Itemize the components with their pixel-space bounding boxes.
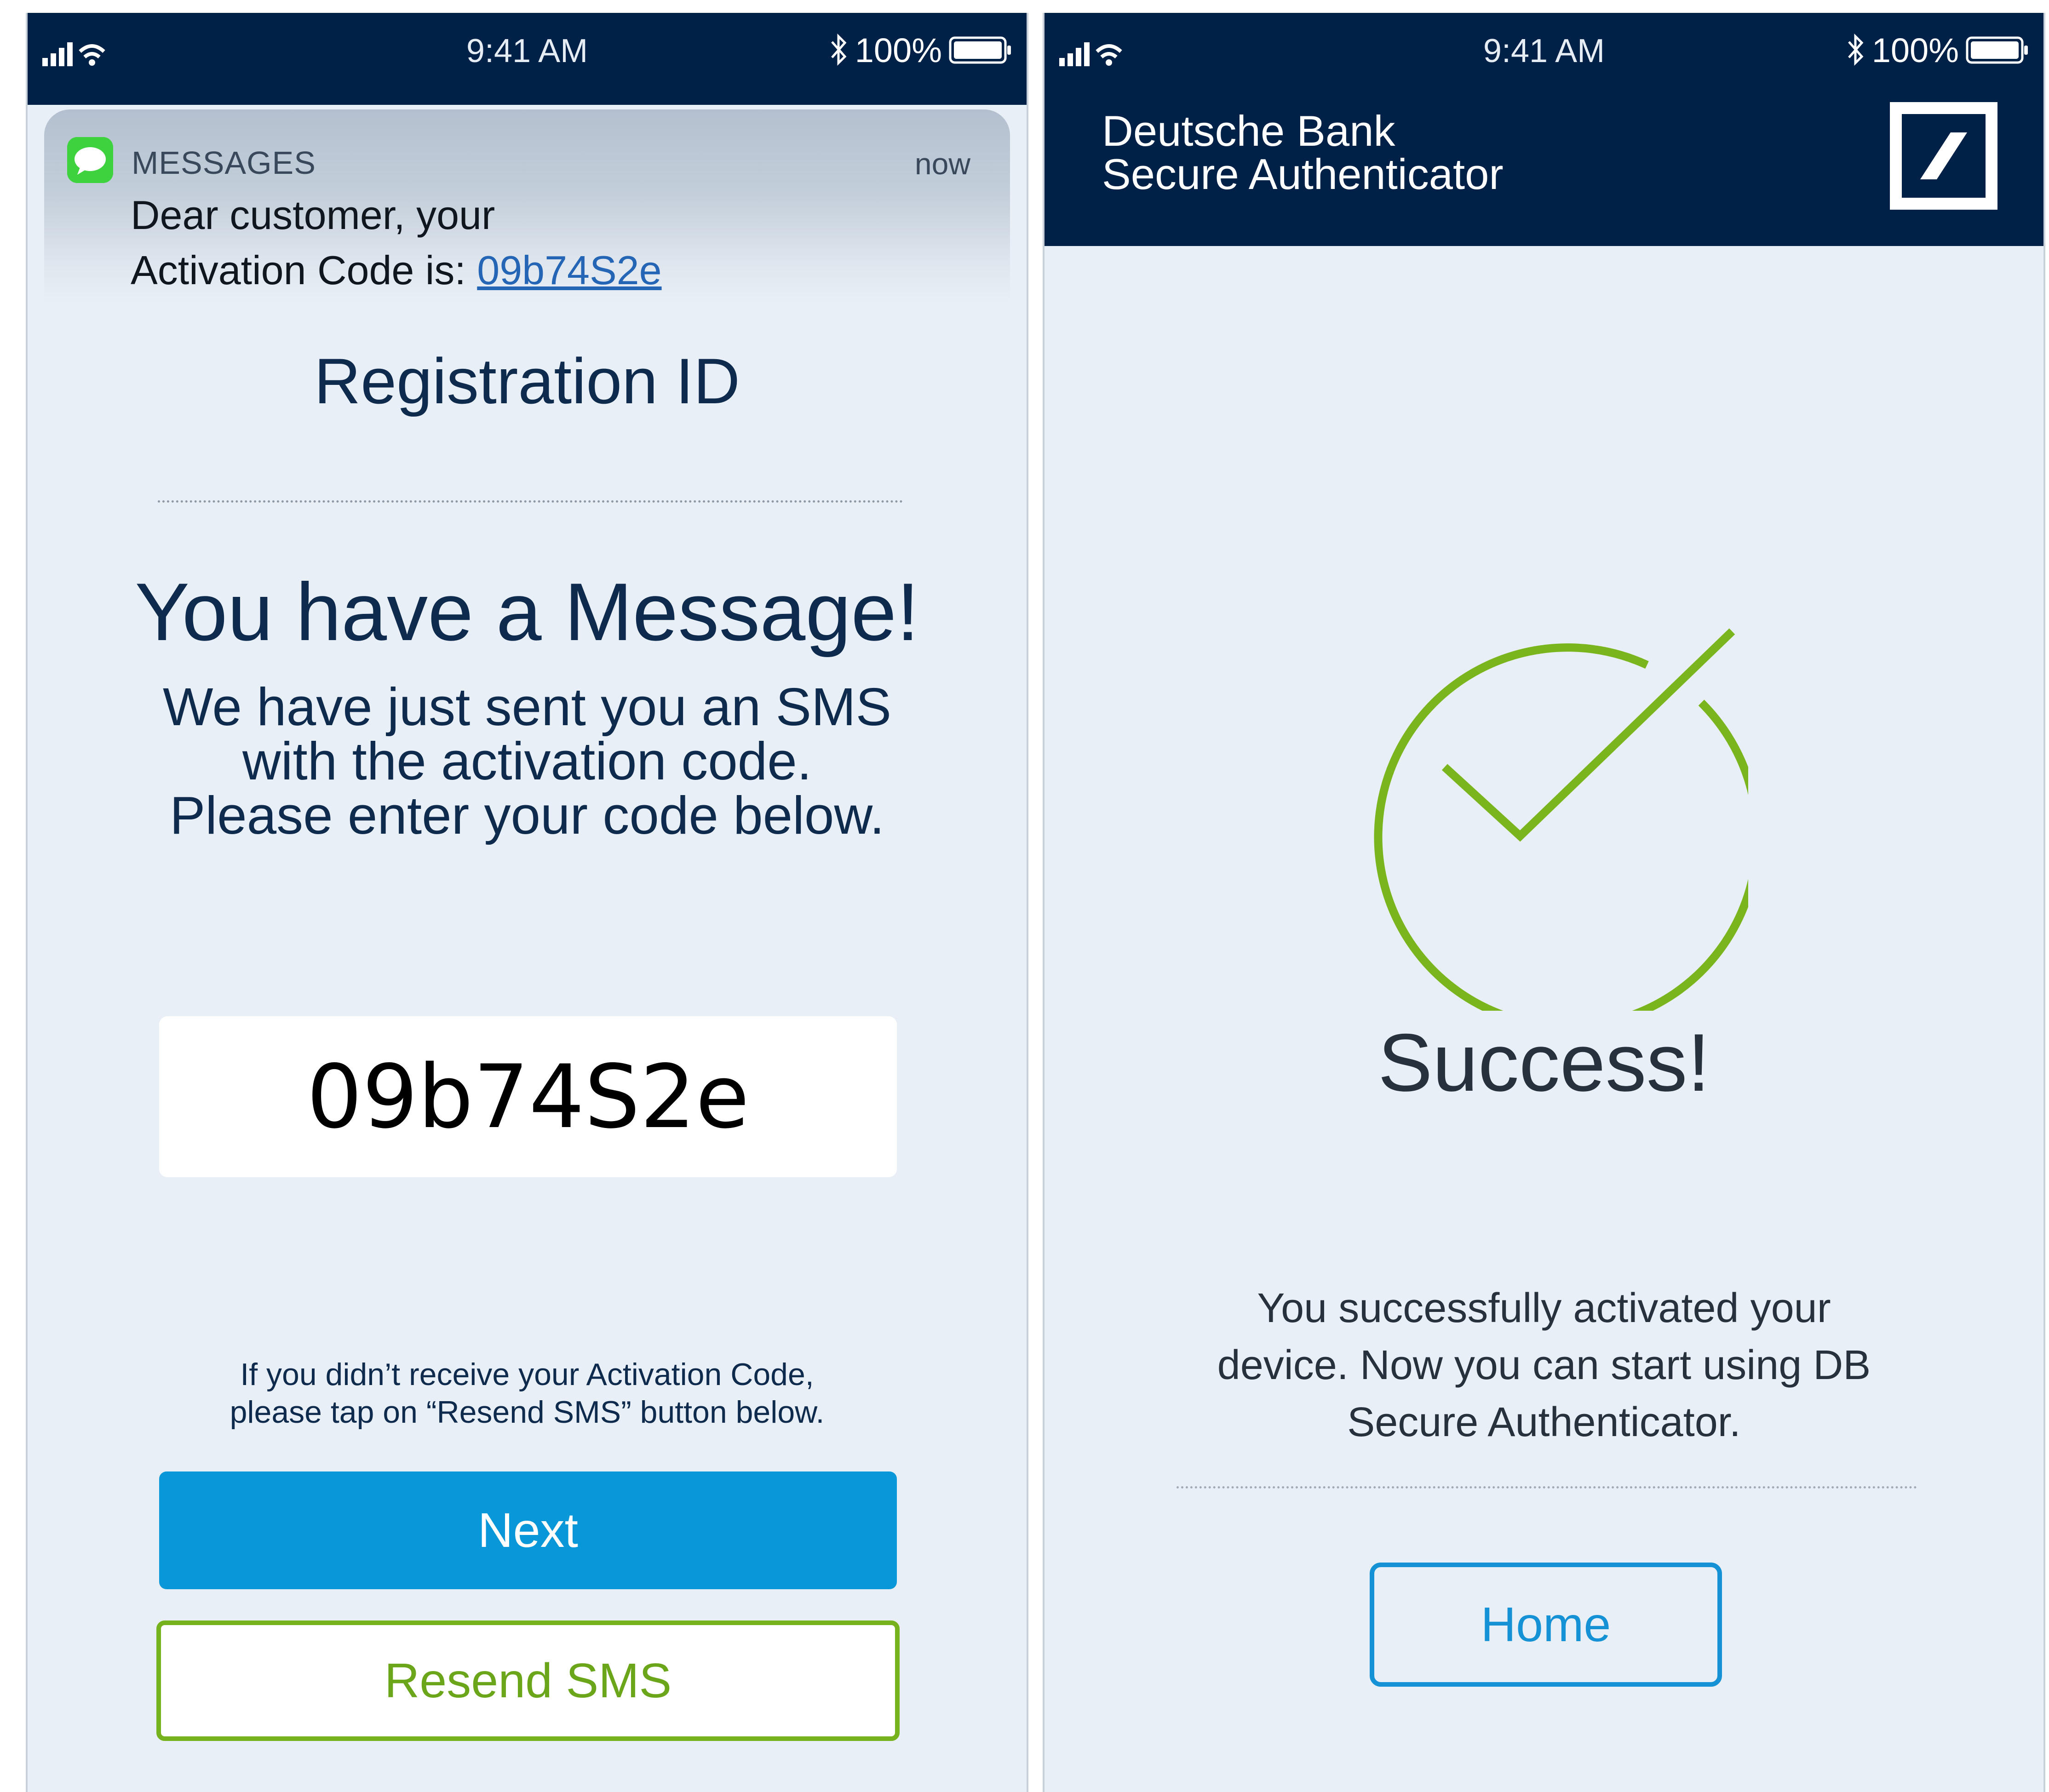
success-line1: You successfully activated your <box>1257 1285 1831 1331</box>
bluetooth-icon <box>831 33 847 66</box>
status-right: 100% <box>1845 29 2030 71</box>
divider <box>158 500 903 503</box>
resend-info-line2: please tap on “Resend SMS” button below. <box>230 1395 825 1430</box>
battery-icon <box>949 36 1011 64</box>
success-check-icon <box>1374 628 1748 1011</box>
app-header: 9:41 AM 100% Deutsche Bank Secure Authen… <box>1045 13 2043 246</box>
notification-line2: Activation Code is: 09b74S2e <box>131 243 662 298</box>
activation-code-input[interactable] <box>159 1016 897 1177</box>
instruction-line1: We have just sent you an SMS <box>162 677 891 737</box>
instruction-text: We have just sent you an SMS with the ac… <box>28 680 1027 842</box>
success-message: You successfully activated your device. … <box>1045 1280 2043 1451</box>
notification-line1: Dear customer, your <box>131 192 495 238</box>
success-title: Success! <box>1377 1017 1710 1108</box>
battery-percentage: 100% <box>855 31 942 69</box>
notification-line2-prefix: Activation Code is: <box>131 247 477 293</box>
instruction-line2: with the activation code. <box>242 731 812 791</box>
bluetooth-icon <box>1848 33 1864 66</box>
headline: You have a Message! <box>135 566 919 658</box>
instruction-line3: Please enter your code below. <box>169 785 885 845</box>
brand-line2: Secure Authenticator <box>1102 150 1504 198</box>
battery-icon <box>1966 36 2028 64</box>
battery-percentage: 100% <box>1871 31 1959 69</box>
resend-info-line1: If you didn’t receive your Activation Co… <box>240 1357 814 1392</box>
brand-title: Deutsche Bank Secure Authenticator <box>1102 109 1504 196</box>
activation-screen: 9:41 AM 100% MESSAGES now Dear customer,… <box>26 13 1028 1792</box>
success-line2: device. Now you can start using DB <box>1217 1342 1871 1388</box>
success-line3: Secure Authenticator. <box>1347 1399 1741 1445</box>
notification-code-link[interactable]: 09b74S2e <box>477 247 661 293</box>
notification-time: now <box>914 147 970 181</box>
registration-title: Registration ID <box>314 345 740 417</box>
home-button[interactable]: Home <box>1370 1563 1722 1687</box>
sms-notification[interactable]: MESSAGES now Dear customer, your Activat… <box>44 109 1010 303</box>
resend-info-text: If you didn’t receive your Activation Co… <box>28 1356 1027 1431</box>
next-button[interactable]: Next <box>159 1471 897 1589</box>
brand-line1: Deutsche Bank <box>1102 107 1395 155</box>
divider <box>1177 1486 1917 1489</box>
messages-app-icon <box>67 137 113 183</box>
success-screen: 9:41 AM 100% Deutsche Bank Secure Authen… <box>1043 13 2045 1792</box>
notification-app-name: MESSAGES <box>132 145 316 181</box>
status-right: 100% <box>828 29 1013 71</box>
resend-sms-button[interactable]: Resend SMS <box>156 1620 900 1741</box>
deutsche-bank-logo-icon <box>1890 102 1997 210</box>
notification-body: Dear customer, your Activation Code is: … <box>131 188 662 298</box>
status-bar: 9:41 AM 100% <box>28 13 1027 105</box>
